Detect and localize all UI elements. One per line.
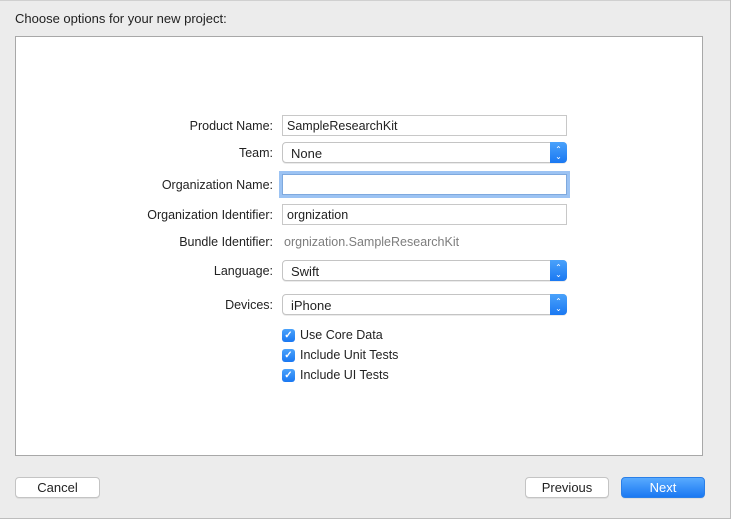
use-core-data-checkbox[interactable]: ✓ Use Core Data xyxy=(282,328,383,342)
organization-identifier-label: Organization Identifier: xyxy=(147,208,273,222)
bundle-identifier-label: Bundle Identifier: xyxy=(179,235,273,249)
language-select[interactable]: Swift ⌃ ⌄ xyxy=(282,260,567,281)
previous-button[interactable]: Previous xyxy=(525,477,609,498)
bundle-identifier-value: orgnization.SampleResearchKit xyxy=(284,235,460,249)
devices-label: Devices: xyxy=(225,298,273,312)
checkmark-icon: ✓ xyxy=(282,348,295,362)
team-label: Team: xyxy=(238,146,273,160)
organization-name-input[interactable] xyxy=(282,174,567,195)
devices-select[interactable]: iPhone ⌃ ⌄ xyxy=(282,294,567,315)
window-top-border xyxy=(0,0,731,1)
checkmark-icon: ✓ xyxy=(282,328,295,342)
include-unit-tests-label: Include Unit Tests xyxy=(300,348,399,362)
checkmark-icon: ✓ xyxy=(282,368,295,382)
organization-identifier-input[interactable] xyxy=(282,204,567,225)
up-down-chevron-icon: ⌃ ⌄ xyxy=(550,260,567,281)
team-select[interactable]: None ⌃ ⌄ xyxy=(282,142,567,163)
product-name-label: Product Name: xyxy=(189,119,273,133)
include-ui-tests-label: Include UI Tests xyxy=(300,368,389,382)
next-button[interactable]: Next xyxy=(621,477,705,498)
up-down-chevron-icon: ⌃ ⌄ xyxy=(550,294,567,315)
language-select-value: Swift xyxy=(291,264,320,279)
up-down-chevron-icon: ⌃ ⌄ xyxy=(550,142,567,163)
team-select-value: None xyxy=(291,146,323,161)
use-core-data-label: Use Core Data xyxy=(300,328,383,342)
organization-name-label: Organization Name: xyxy=(161,178,273,192)
include-ui-tests-checkbox[interactable]: ✓ Include UI Tests xyxy=(282,368,389,382)
language-label: Language: xyxy=(213,264,273,278)
dialog-heading: Choose options for your new project: xyxy=(15,11,227,26)
cancel-button[interactable]: Cancel xyxy=(15,477,100,498)
product-name-input[interactable] xyxy=(282,115,567,136)
devices-select-value: iPhone xyxy=(291,298,332,313)
include-unit-tests-checkbox[interactable]: ✓ Include Unit Tests xyxy=(282,348,398,362)
